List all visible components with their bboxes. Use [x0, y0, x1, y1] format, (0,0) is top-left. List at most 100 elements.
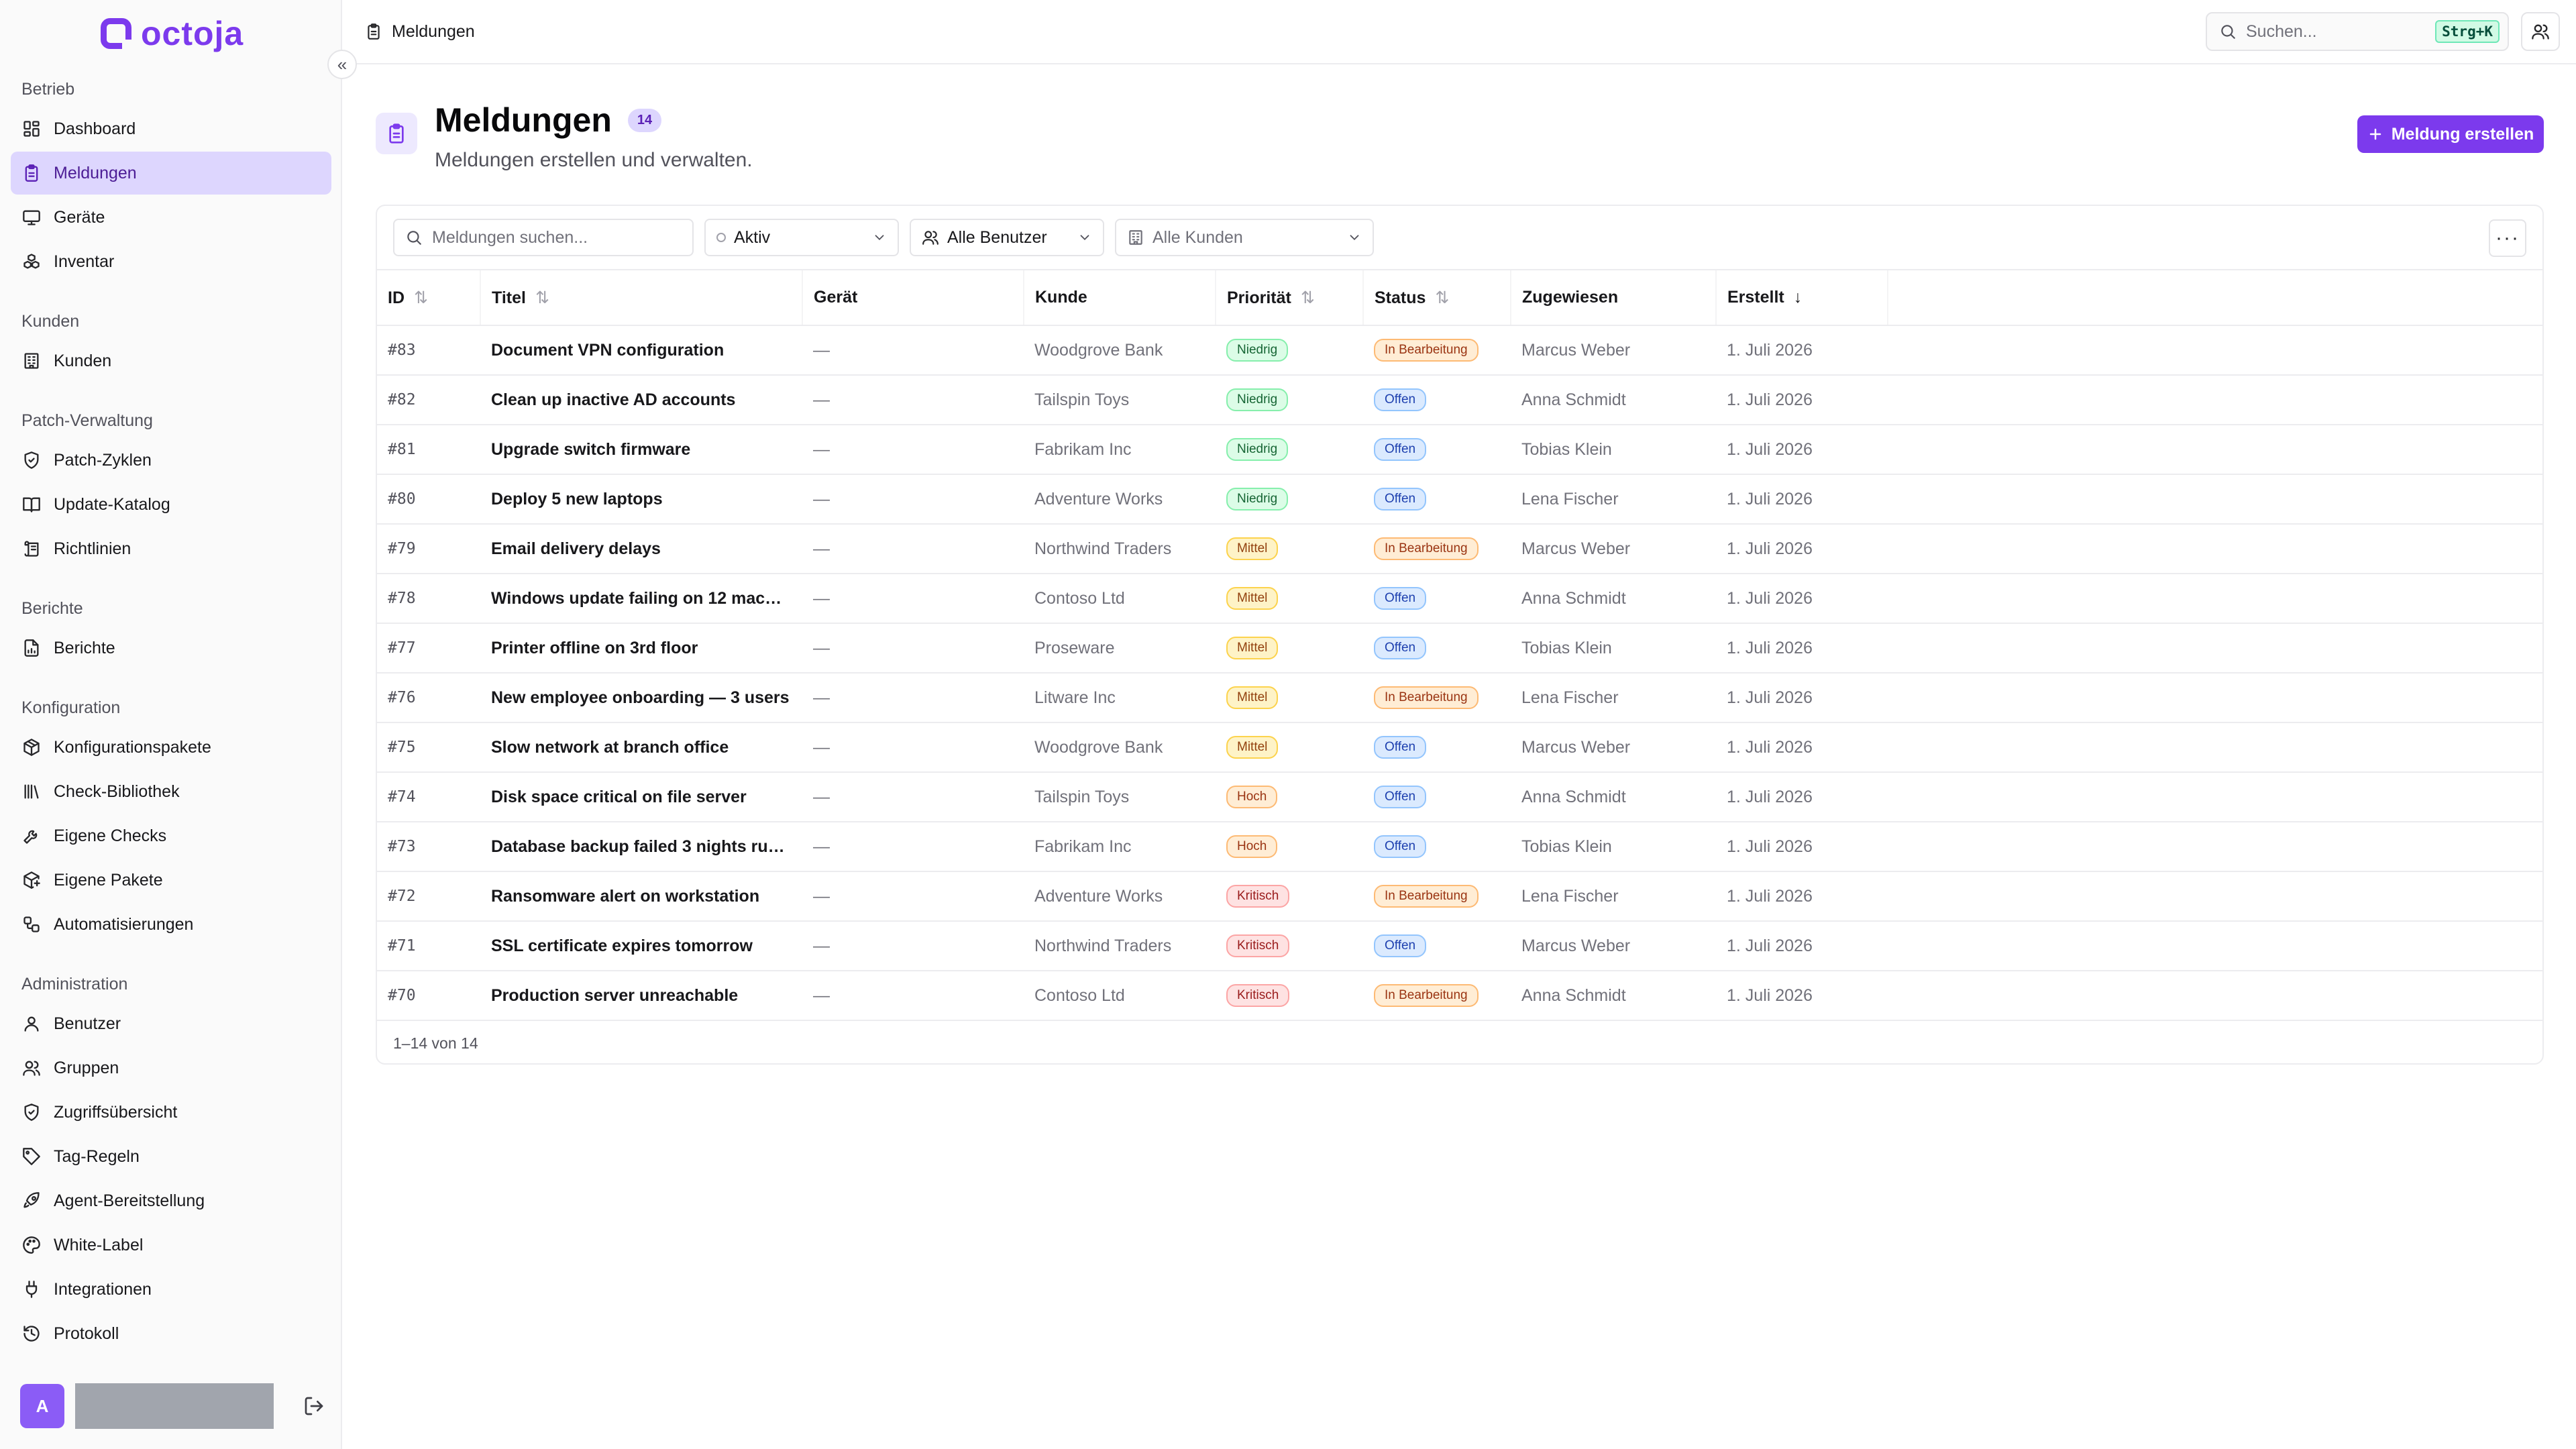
table-row[interactable]: #77 Printer offline on 3rd floor — Prosewar…	[377, 623, 2542, 674]
table-row[interactable]: #74 Disk space critical on file server — Ta…	[377, 772, 2542, 822]
sidebar-item-geraete[interactable]: Geräte	[11, 196, 331, 239]
chevron-down-icon	[1347, 230, 1362, 245]
sort-desc-icon[interactable]: ↓	[1794, 288, 1803, 307]
ticket-id: #78	[377, 574, 480, 624]
column-title[interactable]: Titel ⇅	[480, 270, 803, 326]
more-options-button[interactable]: ···	[2489, 219, 2526, 257]
create-ticket-button[interactable]: Meldung erstellen	[2357, 115, 2544, 153]
status-filter-select[interactable]: Aktiv	[704, 219, 899, 256]
table-row[interactable]: #78 Windows update failing on 12 machin..…	[377, 574, 2542, 624]
sidebar-item-berichte[interactable]: Berichte	[11, 627, 331, 669]
table-row[interactable]: #73 Database backup failed 3 nights run..…	[377, 822, 2542, 872]
package-plus-icon	[21, 870, 42, 890]
ticket-assignee: Tobias Klein	[1511, 623, 1716, 674]
table-row[interactable]: #70 Production server unreachable — Contoso…	[377, 971, 2542, 1021]
sidebar-item-konfigurationspakete[interactable]: Konfigurationspakete	[11, 726, 331, 769]
ticket-search-input[interactable]: Meldungen suchen...	[393, 219, 694, 256]
sidebar-item-label: White-Label	[54, 1235, 144, 1254]
status-badge-cell: Offen	[1363, 474, 1511, 525]
book-icon	[21, 494, 42, 515]
sort-icon[interactable]: ⇅	[1301, 288, 1315, 307]
status-badge: Offen	[1374, 438, 1427, 461]
sidebar-item-kunden[interactable]: Kunden	[11, 339, 331, 382]
table-row[interactable]: #79 Email delivery delays — Northwind Trade…	[377, 524, 2542, 574]
ticket-device: —	[802, 325, 1024, 376]
sidebar-item-gruppen[interactable]: Gruppen	[11, 1046, 331, 1089]
priority-badge-cell: Kritisch	[1216, 921, 1363, 971]
sort-icon[interactable]: ⇅	[414, 288, 428, 307]
status-badge: Offen	[1374, 835, 1427, 858]
priority-badge: Niedrig	[1226, 488, 1289, 511]
table-header-row: ID ⇅ Titel ⇅ Gerät Kunde Priorität ⇅ Status…	[377, 270, 2542, 326]
column-status[interactable]: Status ⇅	[1363, 270, 1511, 326]
logout-icon[interactable]	[299, 1391, 329, 1421]
tickets-table: ID ⇅ Titel ⇅ Gerät Kunde Priorität ⇅ Status…	[377, 270, 2542, 1021]
sidebar-item-protokoll[interactable]: Protokoll	[11, 1312, 331, 1355]
global-search[interactable]: Suchen... Strg+K	[2206, 12, 2509, 51]
boxes-icon	[21, 252, 42, 272]
user-filter-select[interactable]: Alle Benutzer	[910, 219, 1104, 256]
sidebar-item-check-bibliothek[interactable]: Check-Bibliothek	[11, 770, 331, 813]
spacer-cell	[1888, 871, 2542, 922]
sidebar-item-eigene-checks[interactable]: Eigene Checks	[11, 814, 331, 857]
status-badge: Offen	[1374, 388, 1427, 411]
sidebar-item-update-katalog[interactable]: Update-Katalog	[11, 483, 331, 526]
account-button[interactable]	[2521, 12, 2560, 51]
sidebar-item-white-label[interactable]: White-Label	[11, 1224, 331, 1267]
ticket-device: —	[802, 524, 1024, 574]
table-row[interactable]: #71 SSL certificate expires tomorrow — Nort…	[377, 921, 2542, 971]
priority-badge: Mittel	[1226, 736, 1279, 759]
table-row[interactable]: #83 Document VPN configuration — Woodgrove …	[377, 325, 2542, 376]
table-row[interactable]: #75 Slow network at branch office — Woodgro…	[377, 722, 2542, 773]
building-icon	[1127, 229, 1144, 246]
breadcrumb-current[interactable]: Meldungen	[392, 22, 475, 42]
pagination-info: 1–14 von 14	[393, 1034, 478, 1052]
table-row[interactable]: #81 Upgrade switch firmware — Fabrikam Inc N…	[377, 425, 2542, 475]
users-icon	[2531, 22, 2550, 41]
sort-icon[interactable]: ⇅	[535, 288, 549, 307]
sidebar-item-label: Patch-Zyklen	[54, 450, 152, 470]
table-row[interactable]: #80 Deploy 5 new laptops — Adventure Works N…	[377, 474, 2542, 525]
sort-icon[interactable]: ⇅	[1435, 288, 1449, 307]
sidebar-item-patch-zyklen[interactable]: Patch-Zyklen	[11, 439, 331, 482]
sidebar-item-benutzer[interactable]: Benutzer	[11, 1002, 331, 1045]
sidebar-item-automatisierungen[interactable]: Automatisierungen	[11, 903, 331, 946]
column-id[interactable]: ID ⇅	[377, 270, 481, 326]
status-badge-cell: In Bearbeitung	[1363, 673, 1511, 723]
collapse-sidebar-button[interactable]: «	[327, 50, 357, 79]
report-icon	[21, 638, 42, 658]
ticket-created: 1. Juli 2026	[1716, 971, 1888, 1021]
status-badge-cell: Offen	[1363, 722, 1511, 773]
nav-section-patch-verwaltung: Patch-Verwaltung	[21, 411, 153, 430]
sidebar-item-richtlinien[interactable]: Richtlinien	[11, 527, 331, 570]
building-icon	[21, 351, 42, 371]
ticket-id: #80	[377, 474, 480, 525]
scroll-icon	[21, 539, 42, 559]
sidebar: octoja Betrieb Dashboard Meldungen Geräte In…	[0, 0, 342, 1449]
column-priority[interactable]: Priorität ⇅	[1216, 270, 1364, 326]
column-customer: Kunde	[1024, 270, 1216, 326]
table-row[interactable]: #76 New employee onboarding — 3 users — Lit…	[377, 673, 2542, 723]
sidebar-item-zugriffsuebersicht[interactable]: Zugriffsübersicht	[11, 1091, 331, 1134]
brand-logo[interactable]: octoja	[101, 15, 244, 52]
table-row[interactable]: #82 Clean up inactive AD accounts — Tailspi…	[377, 375, 2542, 425]
customer-filter-select[interactable]: Alle Kunden	[1115, 219, 1374, 256]
column-created[interactable]: Erstellt ↓	[1716, 270, 1888, 326]
clipboard-icon	[21, 163, 42, 183]
sidebar-item-eigene-pakete[interactable]: Eigene Pakete	[11, 859, 331, 902]
status-badge: Offen	[1374, 587, 1427, 610]
table-row[interactable]: #72 Ransomware alert on workstation — Adven…	[377, 871, 2542, 922]
sidebar-item-dashboard[interactable]: Dashboard	[11, 107, 331, 150]
sidebar-item-meldungen[interactable]: Meldungen	[11, 152, 331, 195]
shield-icon	[21, 1102, 42, 1122]
status-badge-cell: Offen	[1363, 772, 1511, 822]
sidebar-item-agent-bereitstellung[interactable]: Agent-Bereitstellung	[11, 1179, 331, 1222]
ticket-id: #73	[377, 822, 480, 872]
sidebar-item-tag-regeln[interactable]: Tag-Regeln	[11, 1135, 331, 1178]
sidebar-item-inventar[interactable]: Inventar	[11, 240, 331, 283]
avatar[interactable]: A	[20, 1384, 64, 1428]
search-icon	[405, 229, 423, 246]
sidebar-item-integrationen[interactable]: Integrationen	[11, 1268, 331, 1311]
status-badge: In Bearbeitung	[1374, 885, 1479, 908]
status-badge: Offen	[1374, 786, 1427, 808]
